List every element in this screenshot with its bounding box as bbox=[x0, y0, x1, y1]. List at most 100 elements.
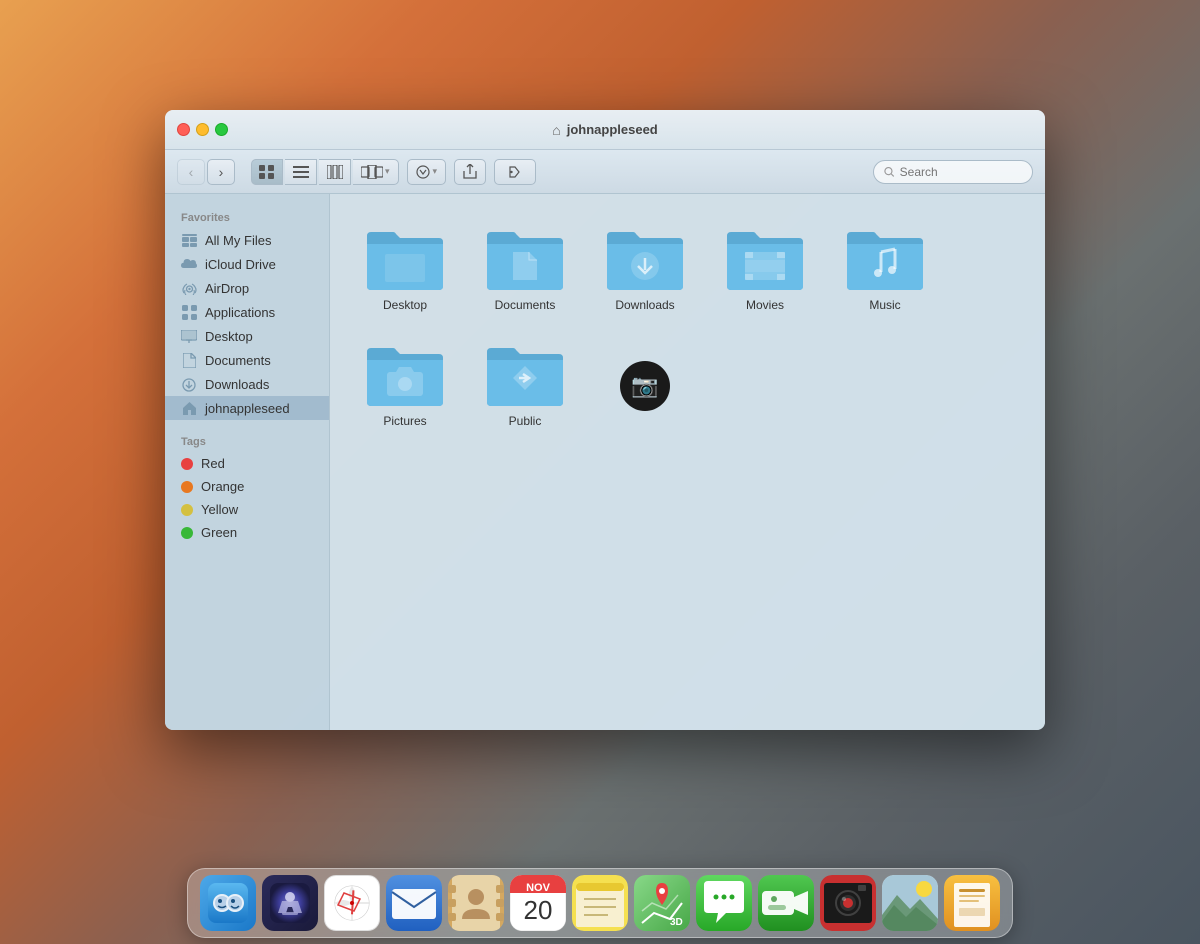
file-item-movies[interactable]: Movies bbox=[710, 214, 820, 320]
tag-button[interactable] bbox=[494, 159, 536, 185]
toolbar: ‹ › ▾ ▾ bbox=[165, 150, 1045, 194]
list-view-button[interactable] bbox=[285, 159, 317, 185]
file-item-public[interactable]: Public bbox=[470, 330, 580, 436]
svg-text:20: 20 bbox=[524, 895, 553, 925]
tag-green-dot bbox=[181, 527, 193, 539]
documents-folder-icon bbox=[485, 222, 565, 290]
sidebar-item-airdrop[interactable]: AirDrop bbox=[165, 276, 329, 300]
file-area: Desktop Documents bbox=[330, 194, 1045, 730]
pictures-folder-icon bbox=[365, 338, 445, 406]
view-buttons: ▾ bbox=[251, 159, 399, 185]
share-button[interactable] bbox=[454, 159, 486, 185]
file-item-documents[interactable]: Documents bbox=[470, 214, 580, 320]
sidebar-item-tag-green[interactable]: Green bbox=[165, 521, 329, 544]
notes-icon bbox=[572, 875, 628, 931]
sidebar-label-applications: Applications bbox=[205, 305, 275, 320]
photo-booth-icon bbox=[820, 875, 876, 931]
icon-view-button[interactable] bbox=[251, 159, 283, 185]
sidebar-label-documents: Documents bbox=[205, 353, 271, 368]
svg-text:NOV: NOV bbox=[526, 882, 551, 894]
applications-icon bbox=[181, 304, 197, 320]
dock-item-messages[interactable] bbox=[696, 875, 752, 931]
coverflow-view-button[interactable]: ▾ bbox=[353, 159, 399, 185]
sidebar-label-tag-yellow: Yellow bbox=[201, 502, 238, 517]
tag-yellow-dot bbox=[181, 504, 193, 516]
tags-section-title: Tags bbox=[165, 430, 329, 452]
music-folder-icon bbox=[845, 222, 925, 290]
file-label-public: Public bbox=[509, 414, 542, 428]
dock-item-launchpad[interactable] bbox=[262, 875, 318, 931]
finder-window: ⌂ johnappleseed ‹ › ▾ ▾ bbox=[165, 110, 1045, 730]
search-bar[interactable] bbox=[873, 160, 1033, 184]
home-sidebar-icon bbox=[181, 400, 197, 416]
dock-item-pages[interactable] bbox=[944, 875, 1000, 931]
maps-icon: 3D bbox=[634, 875, 690, 931]
dock-item-contacts[interactable] bbox=[448, 875, 504, 931]
file-item-pictures[interactable]: Pictures bbox=[350, 330, 460, 436]
dock-item-maps[interactable]: 3D bbox=[634, 875, 690, 931]
window-title: ⌂ johnappleseed bbox=[552, 122, 658, 138]
dock-item-finder[interactable] bbox=[200, 875, 256, 931]
dock-item-photo-booth[interactable] bbox=[820, 875, 876, 931]
sidebar-item-desktop[interactable]: Desktop bbox=[165, 324, 329, 348]
dock-item-mail[interactable] bbox=[386, 875, 442, 931]
title-bar: ⌂ johnappleseed bbox=[165, 110, 1045, 150]
dock: NOV 20 3D bbox=[187, 868, 1013, 938]
home-icon: ⌂ bbox=[552, 122, 560, 138]
icloud-icon bbox=[181, 256, 197, 272]
maximize-button[interactable] bbox=[215, 123, 228, 136]
file-label-music: Music bbox=[869, 298, 900, 312]
calendar-icon: NOV 20 bbox=[510, 875, 566, 931]
search-input[interactable] bbox=[900, 165, 1022, 179]
camera-shortcut[interactable]: 📷 bbox=[590, 335, 700, 436]
sidebar-item-documents[interactable]: Documents bbox=[165, 348, 329, 372]
back-button[interactable]: ‹ bbox=[177, 159, 205, 185]
pages-icon bbox=[944, 875, 1000, 931]
close-button[interactable] bbox=[177, 123, 190, 136]
dock-item-facetime[interactable] bbox=[758, 875, 814, 931]
sidebar-item-downloads[interactable]: Downloads bbox=[165, 372, 329, 396]
sidebar-label-downloads: Downloads bbox=[205, 377, 269, 392]
file-item-music[interactable]: Music bbox=[830, 214, 940, 320]
sidebar: Favorites All My Files iCloud Drive AirD… bbox=[165, 194, 330, 730]
safari-icon bbox=[324, 875, 380, 931]
file-item-desktop[interactable]: Desktop bbox=[350, 214, 460, 320]
sidebar-item-home[interactable]: johnappleseed bbox=[165, 396, 329, 420]
file-label-downloads: Downloads bbox=[615, 298, 674, 312]
photos-icon bbox=[882, 875, 938, 931]
downloads-icon bbox=[181, 376, 197, 392]
desktop-folder-icon bbox=[365, 222, 445, 290]
tag-orange-dot bbox=[181, 481, 193, 493]
file-label-documents: Documents bbox=[495, 298, 556, 312]
dock-item-photos[interactable] bbox=[882, 875, 938, 931]
sidebar-item-tag-yellow[interactable]: Yellow bbox=[165, 498, 329, 521]
svg-text:3D: 3D bbox=[670, 917, 683, 928]
launchpad-icon bbox=[262, 875, 318, 931]
sidebar-item-tag-orange[interactable]: Orange bbox=[165, 475, 329, 498]
dock-item-calendar[interactable]: NOV 20 bbox=[510, 875, 566, 931]
sidebar-item-all-my-files[interactable]: All My Files bbox=[165, 228, 329, 252]
forward-button[interactable]: › bbox=[207, 159, 235, 185]
dock-item-safari[interactable] bbox=[324, 875, 380, 931]
sidebar-label-airdrop: AirDrop bbox=[205, 281, 249, 296]
downloads-folder-icon bbox=[605, 222, 685, 290]
minimize-button[interactable] bbox=[196, 123, 209, 136]
file-item-downloads[interactable]: Downloads bbox=[590, 214, 700, 320]
window-title-text: johnappleseed bbox=[567, 122, 658, 137]
action-button[interactable]: ▾ bbox=[407, 159, 447, 185]
messages-icon bbox=[696, 875, 752, 931]
movies-folder-icon bbox=[725, 222, 805, 290]
documents-icon bbox=[181, 352, 197, 368]
sidebar-item-icloud-drive[interactable]: iCloud Drive bbox=[165, 252, 329, 276]
file-label-desktop: Desktop bbox=[383, 298, 427, 312]
mail-icon bbox=[386, 875, 442, 931]
column-view-button[interactable] bbox=[319, 159, 351, 185]
sidebar-item-tag-red[interactable]: Red bbox=[165, 452, 329, 475]
dock-item-notes[interactable] bbox=[572, 875, 628, 931]
file-label-movies: Movies bbox=[746, 298, 784, 312]
sidebar-label-tag-orange: Orange bbox=[201, 479, 244, 494]
nav-buttons: ‹ › bbox=[177, 159, 235, 185]
public-folder-icon bbox=[485, 338, 565, 406]
contacts-icon bbox=[448, 875, 504, 931]
sidebar-item-applications[interactable]: Applications bbox=[165, 300, 329, 324]
